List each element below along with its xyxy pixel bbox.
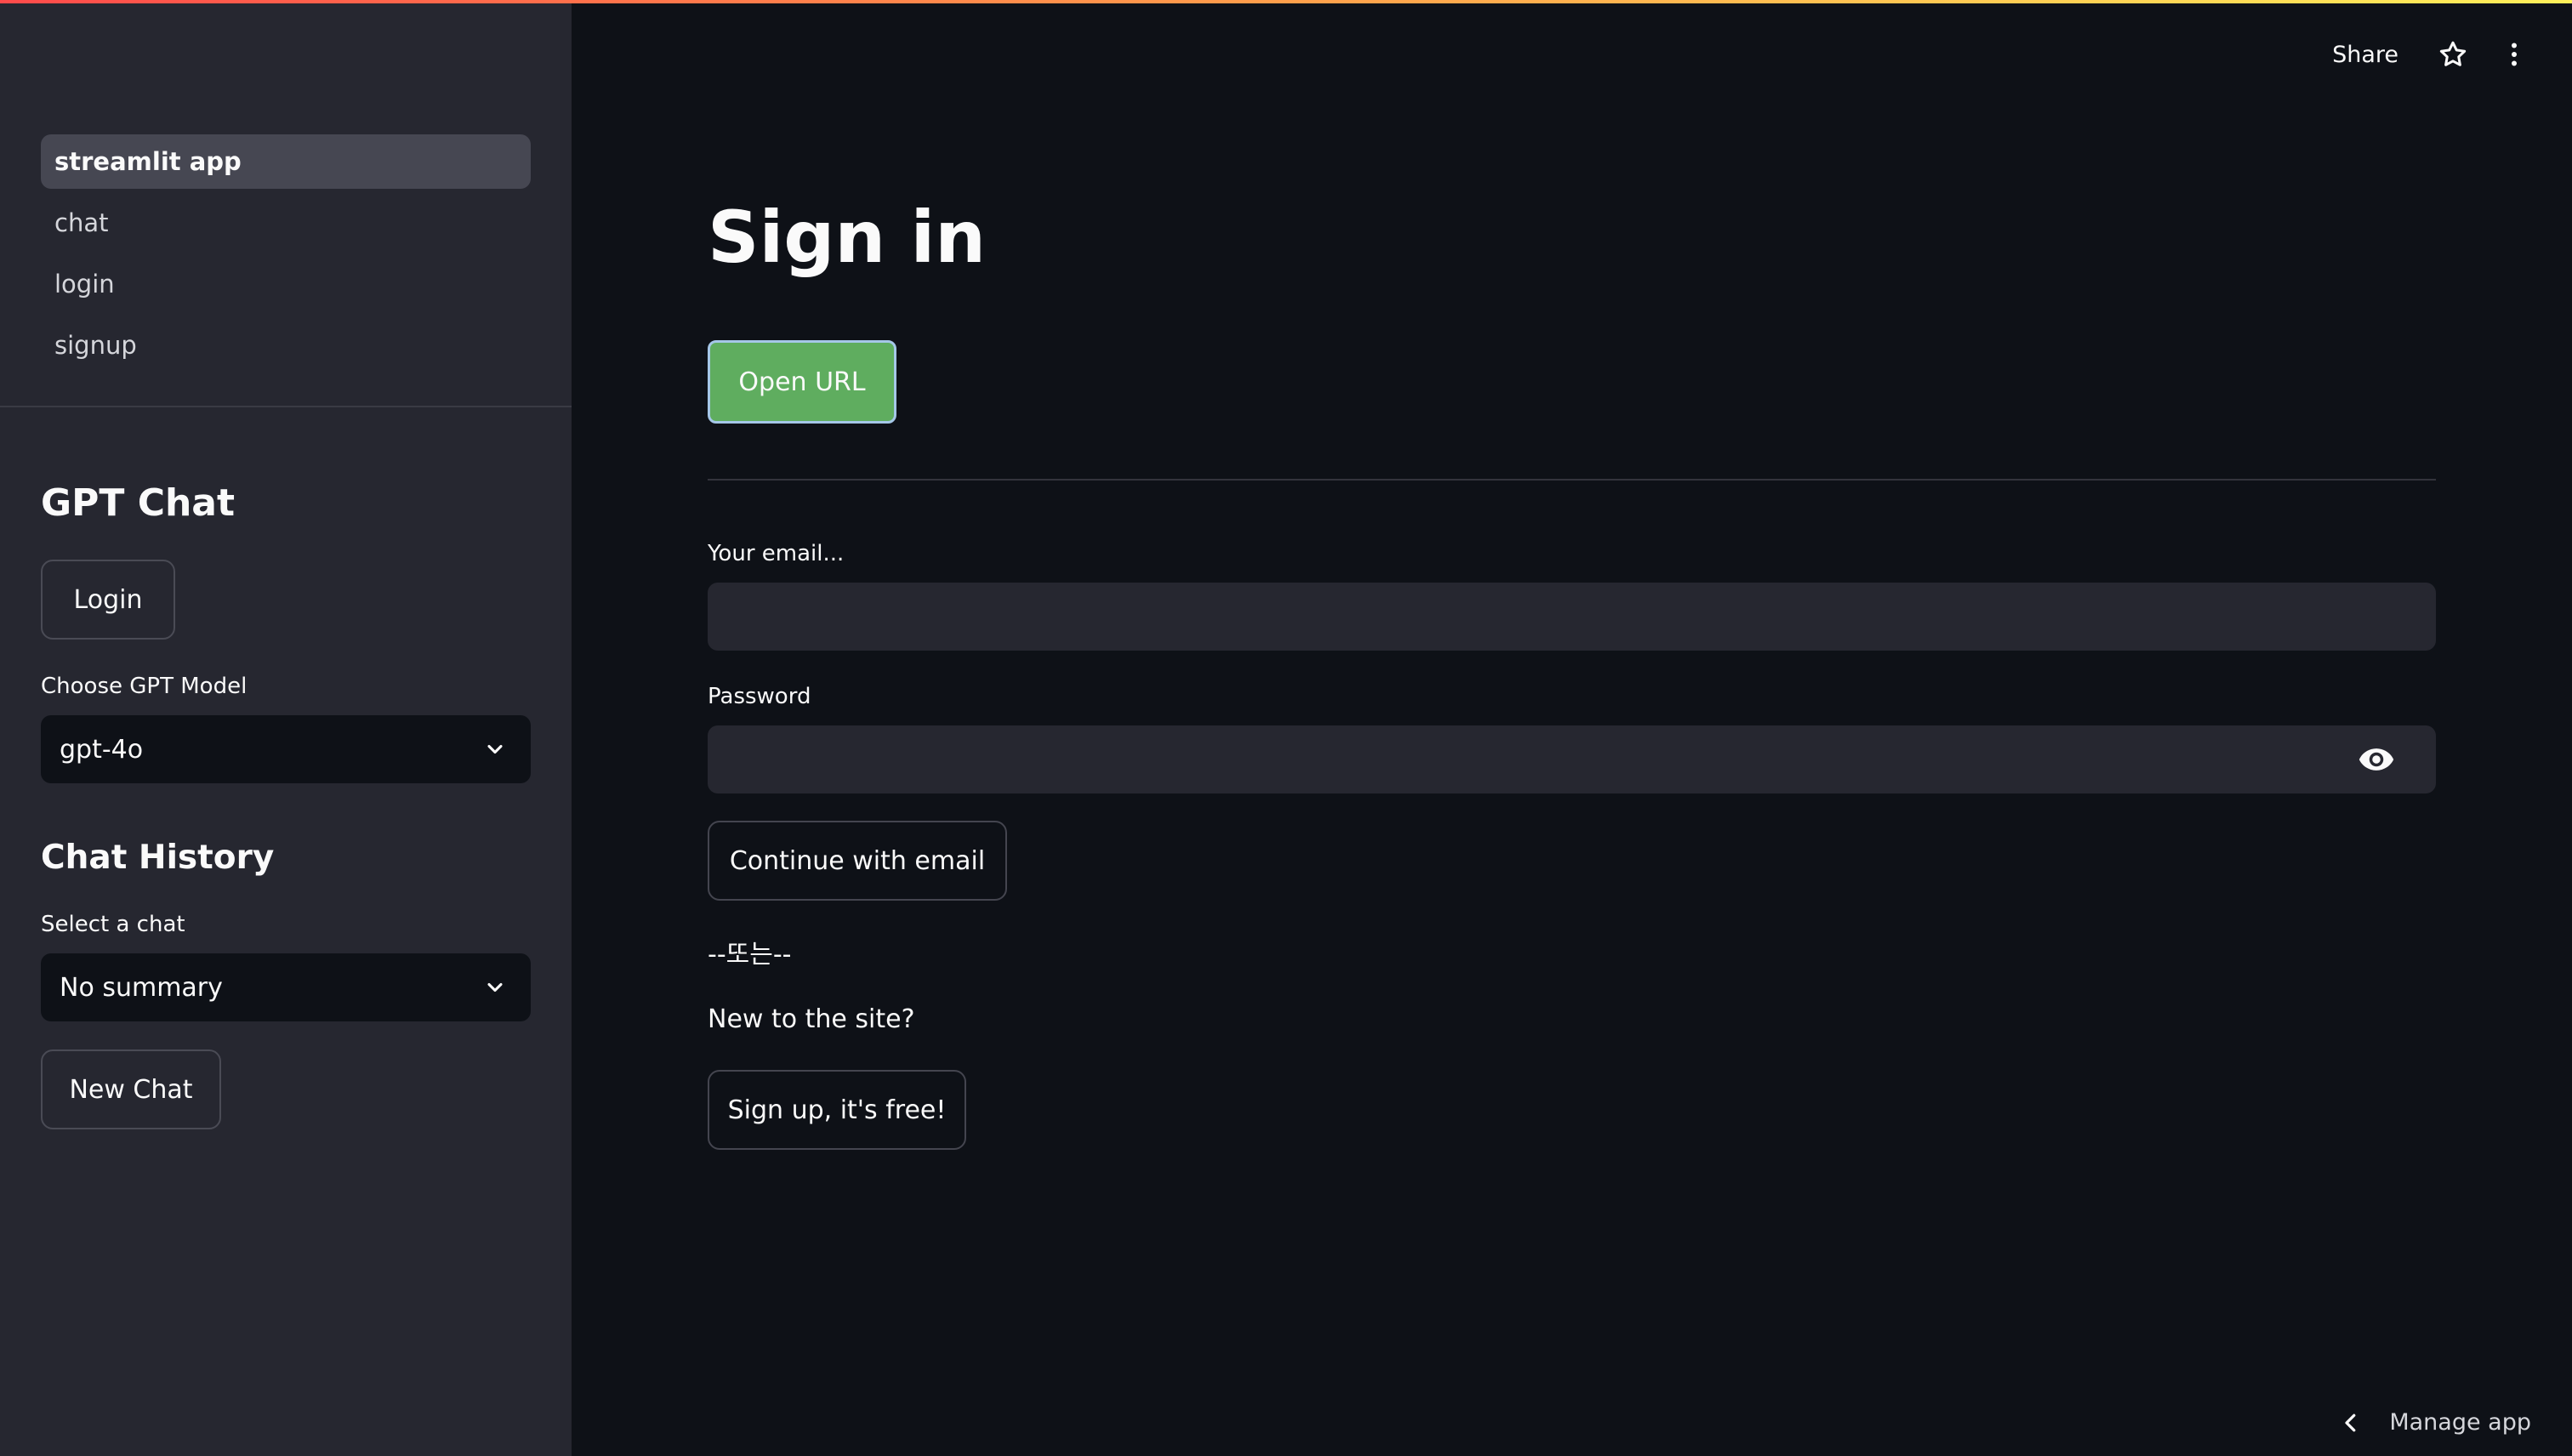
share-button[interactable]: Share	[2332, 42, 2398, 68]
sidebar-divider	[0, 406, 572, 407]
manage-app-label: Manage app	[2389, 1409, 2531, 1436]
chevron-down-icon	[487, 982, 503, 992]
sidebar-nav: streamlit app chat login signup	[41, 134, 531, 379]
chat-select[interactable]: No summary	[41, 953, 531, 1021]
streamlit-app: streamlit app chat login signup GPT Chat…	[0, 0, 2572, 1456]
sidebar: streamlit app chat login signup GPT Chat…	[0, 0, 572, 1456]
page-title: Sign in	[708, 196, 987, 279]
nav-item-login[interactable]: login	[41, 257, 531, 311]
header-toolbar: Share	[2332, 37, 2531, 71]
chevron-down-icon	[487, 744, 503, 754]
nav-item-chat[interactable]: chat	[41, 196, 531, 250]
top-decoration	[0, 0, 2572, 3]
or-divider-text: --또는--	[708, 940, 792, 970]
model-select-value: gpt-4o	[60, 734, 144, 765]
login-button[interactable]: Login	[41, 560, 175, 640]
model-select[interactable]: gpt-4o	[41, 715, 531, 783]
model-label: Choose GPT Model	[41, 674, 248, 699]
chat-history-heading: Chat History	[41, 839, 275, 877]
chat-select-label: Select a chat	[41, 912, 185, 937]
more-vert-icon[interactable]	[2497, 37, 2531, 71]
continue-with-email-button[interactable]: Continue with email	[708, 821, 1007, 901]
nav-item-streamlit-app[interactable]: streamlit app	[41, 134, 531, 189]
sign-up-button[interactable]: Sign up, it's free!	[708, 1070, 966, 1150]
eye-icon[interactable]	[2358, 741, 2395, 778]
nav-item-signup[interactable]: signup	[41, 318, 531, 373]
email-input[interactable]	[708, 583, 2436, 651]
password-label: Password	[708, 684, 811, 709]
main-divider	[708, 479, 2436, 481]
new-chat-button[interactable]: New Chat	[41, 1049, 221, 1129]
new-to-site-text: New to the site?	[708, 1004, 915, 1034]
email-label: Your email...	[708, 541, 845, 566]
chevron-left-icon	[2345, 1413, 2356, 1431]
password-input[interactable]	[708, 725, 2436, 793]
chat-select-value: No summary	[60, 972, 223, 1003]
gpt-chat-heading: GPT Chat	[41, 481, 236, 525]
manage-app-button[interactable]: Manage app	[2338, 1409, 2531, 1436]
open-url-button[interactable]: Open URL	[708, 340, 896, 424]
star-icon[interactable]	[2436, 37, 2470, 71]
